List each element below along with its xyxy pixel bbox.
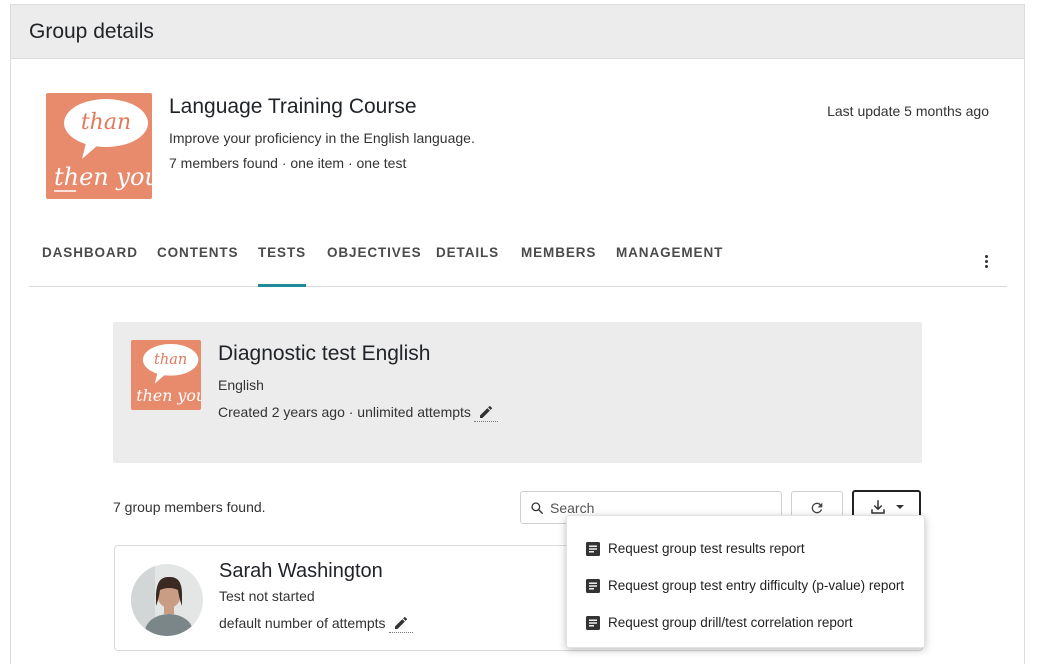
tab-dashboard[interactable]: DASHBOARD xyxy=(42,245,138,260)
members-count: 7 group members found. xyxy=(113,499,266,515)
document-icon xyxy=(586,578,600,593)
tab-tests[interactable]: TESTS xyxy=(258,245,307,287)
member-attempts: default number of attempts xyxy=(219,613,413,633)
tab-bar: DASHBOARD CONTENTS TESTS OBJECTIVES DETA… xyxy=(29,237,1007,287)
document-icon xyxy=(586,615,600,630)
course-title: Language Training Course xyxy=(169,95,417,118)
avatar xyxy=(131,564,203,636)
refresh-icon xyxy=(811,502,823,513)
tab-management[interactable]: MANAGEMENT xyxy=(616,245,723,260)
member-attempts-text: default number of attempts xyxy=(219,615,386,631)
test-thumbnail: than then you xyxy=(131,340,201,410)
tab-details[interactable]: DETAILS xyxy=(436,245,499,260)
panel-header: Group details xyxy=(11,5,1024,59)
caret-down-icon xyxy=(895,505,904,509)
download-menu: Request group test results report Reques… xyxy=(566,515,925,648)
menu-item-label: Request group test results report xyxy=(608,541,805,556)
tab-members[interactable]: MEMBERS xyxy=(521,245,596,260)
panel-title: Group details xyxy=(29,19,154,43)
menu-item-difficulty-report[interactable]: Request group test entry difficulty (p-v… xyxy=(567,567,924,604)
test-thumb-word-1: than xyxy=(154,352,187,368)
menu-item-correlation-report[interactable]: Request group drill/test correlation rep… xyxy=(567,604,924,641)
search-icon xyxy=(531,501,543,514)
menu-item-label: Request group test entry difficulty (p-v… xyxy=(608,578,905,593)
course-thumbnail: than then you xyxy=(46,93,152,199)
test-meta: Created 2 years ago · unlimited attempts xyxy=(218,402,498,422)
tab-contents[interactable]: CONTENTS xyxy=(157,245,238,260)
test-thumb-word-2: then you xyxy=(136,386,201,405)
edit-icon[interactable] xyxy=(473,402,498,422)
thumb-word-2: then you xyxy=(54,163,152,191)
test-card: than then you Diagnostic test English En… xyxy=(113,322,922,463)
menu-item-label: Request group drill/test correlation rep… xyxy=(608,615,853,630)
test-meta-text: Created 2 years ago · unlimited attempts xyxy=(218,404,471,420)
test-title: Diagnostic test English xyxy=(218,342,431,365)
test-language: English xyxy=(218,377,264,393)
menu-item-test-results-report[interactable]: Request group test results report xyxy=(567,530,924,567)
last-update: Last update 5 months ago xyxy=(827,103,989,119)
download-icon xyxy=(870,500,885,514)
tab-objectives[interactable]: OBJECTIVES xyxy=(327,245,422,260)
kebab-icon[interactable] xyxy=(983,255,989,273)
thumb-word-1: than xyxy=(81,110,131,135)
member-status: Test not started xyxy=(219,588,315,604)
edit-attempts-icon[interactable] xyxy=(388,613,413,633)
document-icon xyxy=(586,541,600,556)
search-input[interactable] xyxy=(550,499,760,516)
course-description: Improve your proficiency in the English … xyxy=(169,130,475,146)
member-name: Sarah Washington xyxy=(219,560,383,582)
course-meta: 7 members found · one item · one test xyxy=(169,155,407,171)
